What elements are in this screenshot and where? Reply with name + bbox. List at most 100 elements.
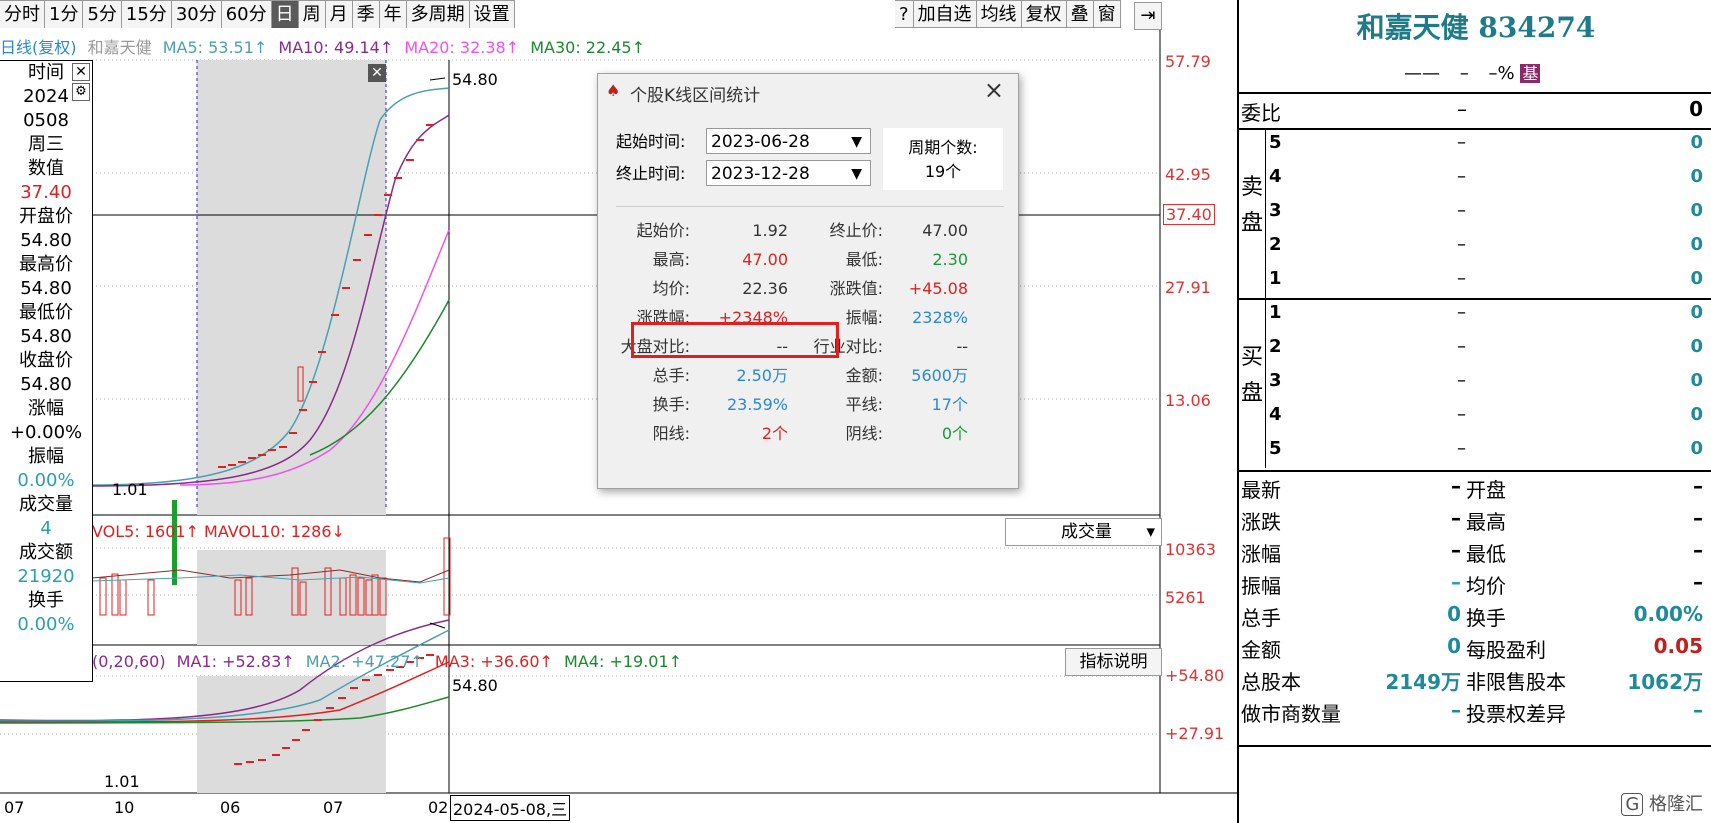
divider xyxy=(1265,298,1266,468)
quote-panel: 和嘉天健 834274 —— – –% 基 委比 – 0 卖盘 5 – 0 4 – 0 3 –… xyxy=(1237,0,1711,823)
info-row-2: 0508 xyxy=(23,110,69,131)
ind-ma1: MA1: +52.83↑ xyxy=(176,652,295,671)
period-tab-11[interactable]: 多周期 xyxy=(406,0,470,28)
period-tab-12[interactable]: 设置 xyxy=(469,0,515,28)
end-date-value: 2023-12-28 xyxy=(711,164,810,184)
stat-value: 1.92 xyxy=(752,221,788,240)
quote-label: 投票权差异 xyxy=(1466,702,1566,726)
period-tab-6[interactable]: 日 xyxy=(271,0,299,28)
period-tab-2[interactable]: 5分 xyxy=(83,0,122,28)
quote-label: 总股本 xyxy=(1241,670,1301,694)
tool-button-1[interactable]: 加自选 xyxy=(913,0,977,28)
highlight-box xyxy=(631,322,839,358)
close-icon[interactable]: ✕ xyxy=(72,63,90,81)
tool-button-3[interactable]: 复权 xyxy=(1021,0,1067,28)
period-tab-4[interactable]: 30分 xyxy=(171,0,222,28)
info-row-17: 0.00% xyxy=(17,470,75,491)
tool-button-4[interactable]: 叠 xyxy=(1066,0,1094,28)
sell-price: – xyxy=(1457,234,1466,255)
period-count-box: 周期个数: 19个 xyxy=(883,128,1003,190)
tool-button-2[interactable]: 均线 xyxy=(976,0,1022,28)
price-axis-3: 27.91 xyxy=(1165,278,1211,297)
tool-toolbar: ? 加自选 均线 复权叠窗 xyxy=(895,0,1121,30)
fund-badge: 基 xyxy=(1520,64,1541,83)
pin-icon[interactable]: ⇥ xyxy=(1134,2,1162,30)
quote-label: 非限售股本 xyxy=(1466,670,1566,694)
buy-price: – xyxy=(1457,336,1466,357)
stat-value: 2328% xyxy=(912,308,968,327)
close-selection-icon[interactable]: ✕ xyxy=(368,64,386,82)
range-stats-dialog: ♠ 个股K线区间统计 × 起始时间: 2023-06-28 ▼ 终止时间: 202… xyxy=(597,73,1019,489)
period-tab-8[interactable]: 月 xyxy=(325,0,353,28)
logo-icon: G xyxy=(1621,793,1644,816)
info-row-14: 涨幅 xyxy=(28,398,64,419)
tool-button-5[interactable]: 窗 xyxy=(1093,0,1121,28)
info-row-3: 周三 xyxy=(28,134,64,155)
cards-icon: ♠ xyxy=(606,81,621,100)
divider xyxy=(1239,128,1711,130)
info-row-23: 0.00% xyxy=(17,614,75,635)
sell-volume: 0 xyxy=(1690,166,1703,187)
sell-price: – xyxy=(1457,132,1466,153)
dialog-titlebar[interactable]: ♠ 个股K线区间统计 × xyxy=(598,74,1018,108)
divider xyxy=(1239,92,1711,94)
stat-label: 均价: xyxy=(652,279,690,298)
info-row-19: 4 xyxy=(40,518,52,539)
quote-value: – xyxy=(1451,538,1461,562)
info-row-12: 收盘价 xyxy=(19,350,73,371)
end-date-select[interactable]: 2023-12-28 ▼ xyxy=(706,160,871,186)
sell-price: – xyxy=(1457,200,1466,221)
period-tab-3[interactable]: 15分 xyxy=(121,0,172,28)
info-row-11: 54.80 xyxy=(20,326,72,347)
quote-label: 金额 xyxy=(1241,638,1281,662)
ind-axis-1: +54.80 xyxy=(1165,666,1225,685)
start-label: 起始时间: xyxy=(616,132,686,151)
sell-level: 2 xyxy=(1269,234,1282,255)
quote-value: – xyxy=(1451,506,1461,530)
buy-volume: 0 xyxy=(1690,438,1703,459)
period-tab-5[interactable]: 60分 xyxy=(221,0,272,28)
tool-button-0[interactable]: ? xyxy=(895,0,914,28)
sell-price: – xyxy=(1457,166,1466,187)
period-tab-1[interactable]: 1分 xyxy=(45,0,84,28)
quote-label: 涨幅 xyxy=(1241,542,1281,566)
low-label: 1.01 xyxy=(112,480,148,499)
start-date-select[interactable]: 2023-06-28 ▼ xyxy=(706,128,871,154)
range-selection[interactable] xyxy=(197,60,386,515)
period-tab-0[interactable]: 分时 xyxy=(0,0,45,28)
info-row-8: 最高价 xyxy=(19,254,73,275)
quote-value: – xyxy=(1693,506,1703,530)
period-tab-10[interactable]: 年 xyxy=(379,0,407,28)
vol-axis-2: 5261 xyxy=(1165,588,1206,607)
info-row-18: 成交量 xyxy=(19,494,73,515)
stat-label: 涨跌值: xyxy=(829,279,883,298)
price-axis-4: 13.06 xyxy=(1165,391,1211,410)
stat-label: 最高: xyxy=(652,250,690,269)
quote-label: 换手 xyxy=(1466,606,1506,630)
stat-value: 47.00 xyxy=(922,221,968,240)
high-label: 54.80 xyxy=(452,70,498,89)
gear-icon[interactable]: ⚙ xyxy=(72,83,90,101)
indicator-select-value: 成交量 xyxy=(1061,522,1112,542)
chevron-down-icon: ▼ xyxy=(851,166,862,182)
ind-high-label: 54.80 xyxy=(452,676,498,695)
quote-value: – xyxy=(1451,698,1461,722)
change-dash: – xyxy=(1459,63,1469,84)
period-toolbar: 分时 1分 5分 15分 30分 60分日周月季年多周期 设置 xyxy=(0,0,545,30)
x-label-3: 06 xyxy=(220,798,241,817)
quote-value: 1062万 xyxy=(1627,670,1703,694)
period-tab-7[interactable]: 周 xyxy=(298,0,326,28)
sell-volume: 0 xyxy=(1690,200,1703,221)
cursor-date: 2024-05-08,三 xyxy=(450,795,571,821)
dialog-close-icon[interactable]: × xyxy=(984,76,1004,104)
indicator-select[interactable]: 成交量 ▾ xyxy=(1005,518,1162,546)
ind-axis-2: +27.91 xyxy=(1165,724,1225,743)
quote-value: 0 xyxy=(1447,634,1461,658)
period-tab-9[interactable]: 季 xyxy=(352,0,380,28)
buy-volume: 0 xyxy=(1690,336,1703,357)
period-count-label: 周期个数: xyxy=(908,138,978,157)
info-row-5: 37.40 xyxy=(20,182,72,203)
indicator-help-button[interactable]: 指标说明 xyxy=(1065,648,1162,676)
buy-volume: 0 xyxy=(1690,370,1703,391)
x-label-2: 10 xyxy=(114,798,135,817)
